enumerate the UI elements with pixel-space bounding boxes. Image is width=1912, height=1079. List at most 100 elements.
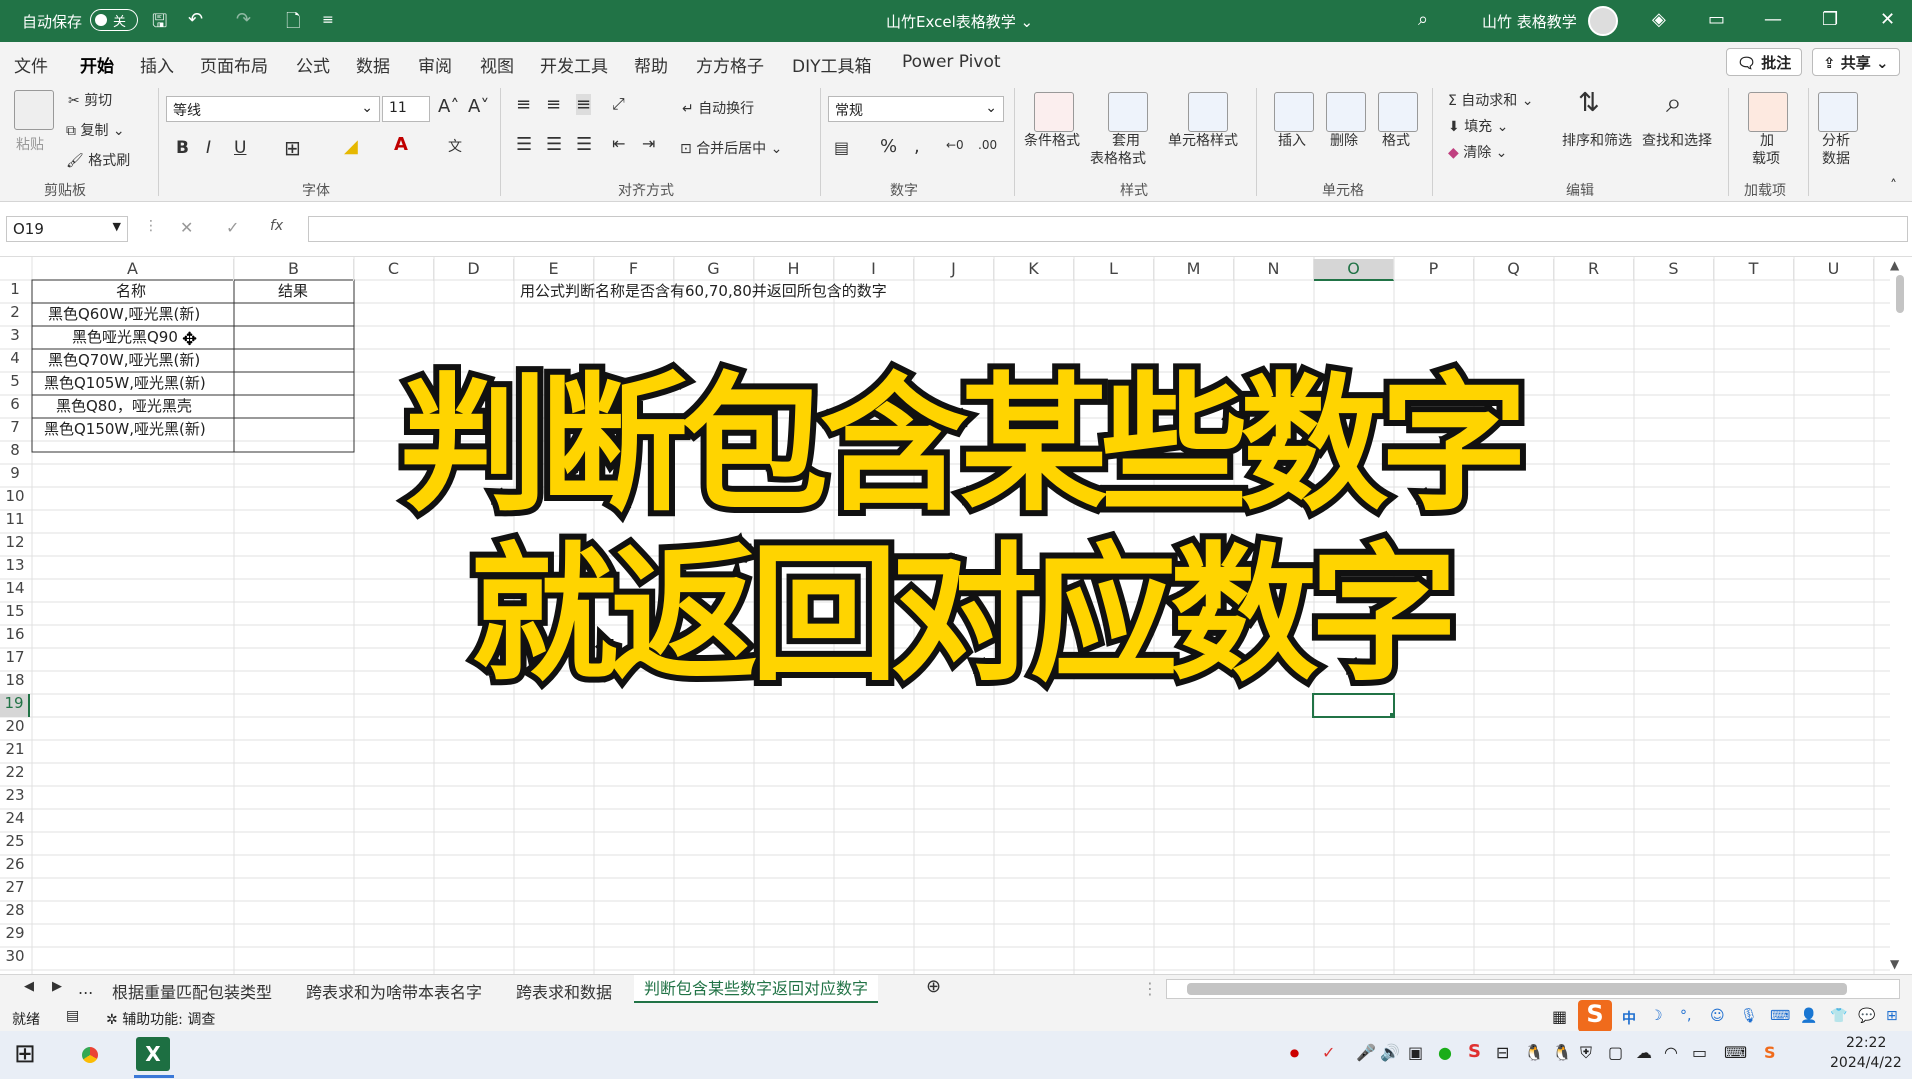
ime-voice-icon[interactable]: 🎙 [1740,1008,1758,1024]
sogou-ime-icon[interactable]: S [1578,1000,1612,1032]
minimize-icon[interactable]: — [1764,9,1782,30]
row-header-19[interactable]: 19 [0,694,30,717]
row-header-28[interactable]: 28 [0,901,30,924]
row-header-14[interactable]: 14 [0,579,30,602]
tab-formulas[interactable]: 公式 [296,52,330,77]
fill-button[interactable]: ⬇ 填充 ⌄ [1448,116,1508,136]
share-button[interactable]: ⇪ 共享 ⌄ [1812,48,1900,76]
next-sheet-icon[interactable]: ▶ [52,979,62,994]
tray-app-icon-3[interactable]: ⊟ [1496,1043,1509,1062]
column-header-T[interactable]: T [1714,259,1794,281]
sheet-tab-2[interactable]: 跨表求和为啥带本表名字 [306,979,482,1003]
column-header-R[interactable]: R [1554,259,1634,281]
comma-icon[interactable]: , [914,136,920,157]
ime-chat-icon[interactable]: 💬 [1858,1008,1875,1024]
tray-app-icon-4[interactable]: ▢ [1608,1043,1623,1062]
align-center-icon[interactable]: ☰ [546,134,562,155]
ime-user-icon[interactable]: 👤 [1800,1008,1817,1024]
wechat-tray-icon[interactable]: ● [1438,1043,1452,1062]
fill-color-icon[interactable]: ◢ [344,136,358,157]
autosave-toggle[interactable]: 关 [90,9,138,31]
avatar[interactable] [1588,6,1618,36]
tab-fangfang[interactable]: 方方格子 [696,52,764,77]
normal-view-icon[interactable]: ▦ [1552,1007,1567,1026]
save-icon[interactable]: 🖫 [152,9,167,39]
insert-cells-button[interactable]: 插入 [1278,130,1306,150]
cell-a3[interactable]: 黑色哑光黑Q90 [72,326,178,349]
formula-input[interactable] [308,216,1908,242]
tab-insert[interactable]: 插入 [140,52,174,77]
ime-emoji-icon[interactable]: ☺ [1710,1008,1725,1024]
find-select-icon[interactable]: ⌕ [1666,86,1682,120]
row-header-7[interactable]: 7 [0,418,30,441]
start-icon[interactable]: ⊞ [14,1039,36,1069]
row-header-17[interactable]: 17 [0,648,30,671]
percent-icon[interactable]: % [880,136,897,157]
cell-a1[interactable]: 名称 [116,280,146,303]
horizontal-scrollbar-thumb[interactable] [1187,983,1847,995]
row-header-9[interactable]: 9 [0,464,30,487]
collapse-ribbon-icon[interactable]: ˄ [1890,178,1897,194]
cell-a4[interactable]: 黑色Q70W,哑光黑(新) [48,349,200,372]
column-header-S[interactable]: S [1634,259,1714,281]
bold-button[interactable]: B [176,138,189,158]
number-format-select[interactable]: 常规 ⌄ [828,96,1004,122]
insert-cells-icon[interactable] [1274,92,1314,132]
find-select-button[interactable]: 查找和选择 [1642,130,1712,150]
grow-font-icon[interactable]: A˄ [438,96,459,117]
column-header-F[interactable]: F [594,259,674,281]
row-header-4[interactable]: 4 [0,349,30,372]
shield-tray-icon[interactable]: ⛨ [1580,1043,1592,1063]
column-header-G[interactable]: G [674,259,754,281]
cell-styles-icon[interactable] [1188,92,1228,132]
row-header-16[interactable]: 16 [0,625,30,648]
prev-sheet-icon[interactable]: ◀ [24,979,34,994]
format-cells-icon[interactable] [1378,92,1418,132]
user-name[interactable]: 山竹 表格教学 [1482,11,1577,32]
keyboard-tray-icon[interactable]: ⌨ [1724,1043,1747,1062]
analyze-data-icon[interactable] [1818,92,1858,132]
paste-icon[interactable] [14,90,54,130]
format-table-icon[interactable] [1108,92,1148,132]
row-header-23[interactable]: 23 [0,786,30,809]
horizontal-scrollbar[interactable] [1166,979,1900,999]
analyze-data-button-1[interactable]: 分析 [1822,130,1850,150]
formula-options-icon[interactable]: ⋮ [144,218,158,234]
sogou-tray-icon[interactable]: S [1468,1041,1481,1062]
tab-split-handle[interactable]: ⋮ [1142,979,1158,998]
ime-grid-icon[interactable]: ⊞ [1886,1008,1898,1024]
tab-home[interactable]: 开始 [80,52,114,85]
tray-app-icon-1[interactable]: ✓ [1322,1043,1335,1062]
format-table-button-1[interactable]: 套用 [1112,130,1140,150]
underline-button[interactable]: U [234,138,246,158]
increase-decimal-icon[interactable]: ←0 [946,138,964,152]
cell-a5[interactable]: 黑色Q105W,哑光黑(新) [44,372,206,395]
sheet-tab-3[interactable]: 跨表求和数据 [516,979,612,1003]
row-header-8[interactable]: 8 [0,441,30,464]
decrease-decimal-icon[interactable]: .00 [978,138,997,152]
ime-skin-icon[interactable]: 👕 [1830,1008,1847,1024]
row-header-20[interactable]: 20 [0,717,30,740]
delete-cells-button[interactable]: 删除 [1330,130,1358,150]
cell-styles-button[interactable]: 单元格样式 [1168,130,1238,150]
undo-icon[interactable]: ↶ [188,9,203,30]
sheet-tab-1[interactable]: 根据重量匹配包装类型 [112,979,272,1003]
cell-a2[interactable]: 黑色Q60W,哑光黑(新) [48,303,200,326]
sheet-tab-4[interactable]: 判断包含某些数字返回对应数字 [634,975,879,1003]
conditional-format-icon[interactable] [1034,92,1074,132]
format-cells-button[interactable]: 格式 [1382,130,1410,150]
excel-taskbar-icon[interactable]: X [136,1037,170,1071]
ribbon-display-icon[interactable]: ▭ [1708,9,1725,30]
add-sheet-icon[interactable]: ⊕ [926,976,941,997]
tab-page-layout[interactable]: 页面布局 [200,52,268,77]
tab-developer[interactable]: 开发工具 [540,52,608,77]
row-header-26[interactable]: 26 [0,855,30,878]
ime-punct-icon[interactable]: °, [1680,1008,1691,1024]
name-box[interactable]: O19 ▼ [6,216,128,242]
copy-button[interactable]: ⧉ 复制 ⌄ [66,120,125,140]
sort-filter-button[interactable]: 排序和筛选 [1562,130,1632,150]
tab-data[interactable]: 数据 [356,52,390,77]
column-header-H[interactable]: H [754,259,834,281]
row-header-1[interactable]: 1 [0,280,30,303]
insert-function-icon[interactable]: fx [270,218,283,234]
